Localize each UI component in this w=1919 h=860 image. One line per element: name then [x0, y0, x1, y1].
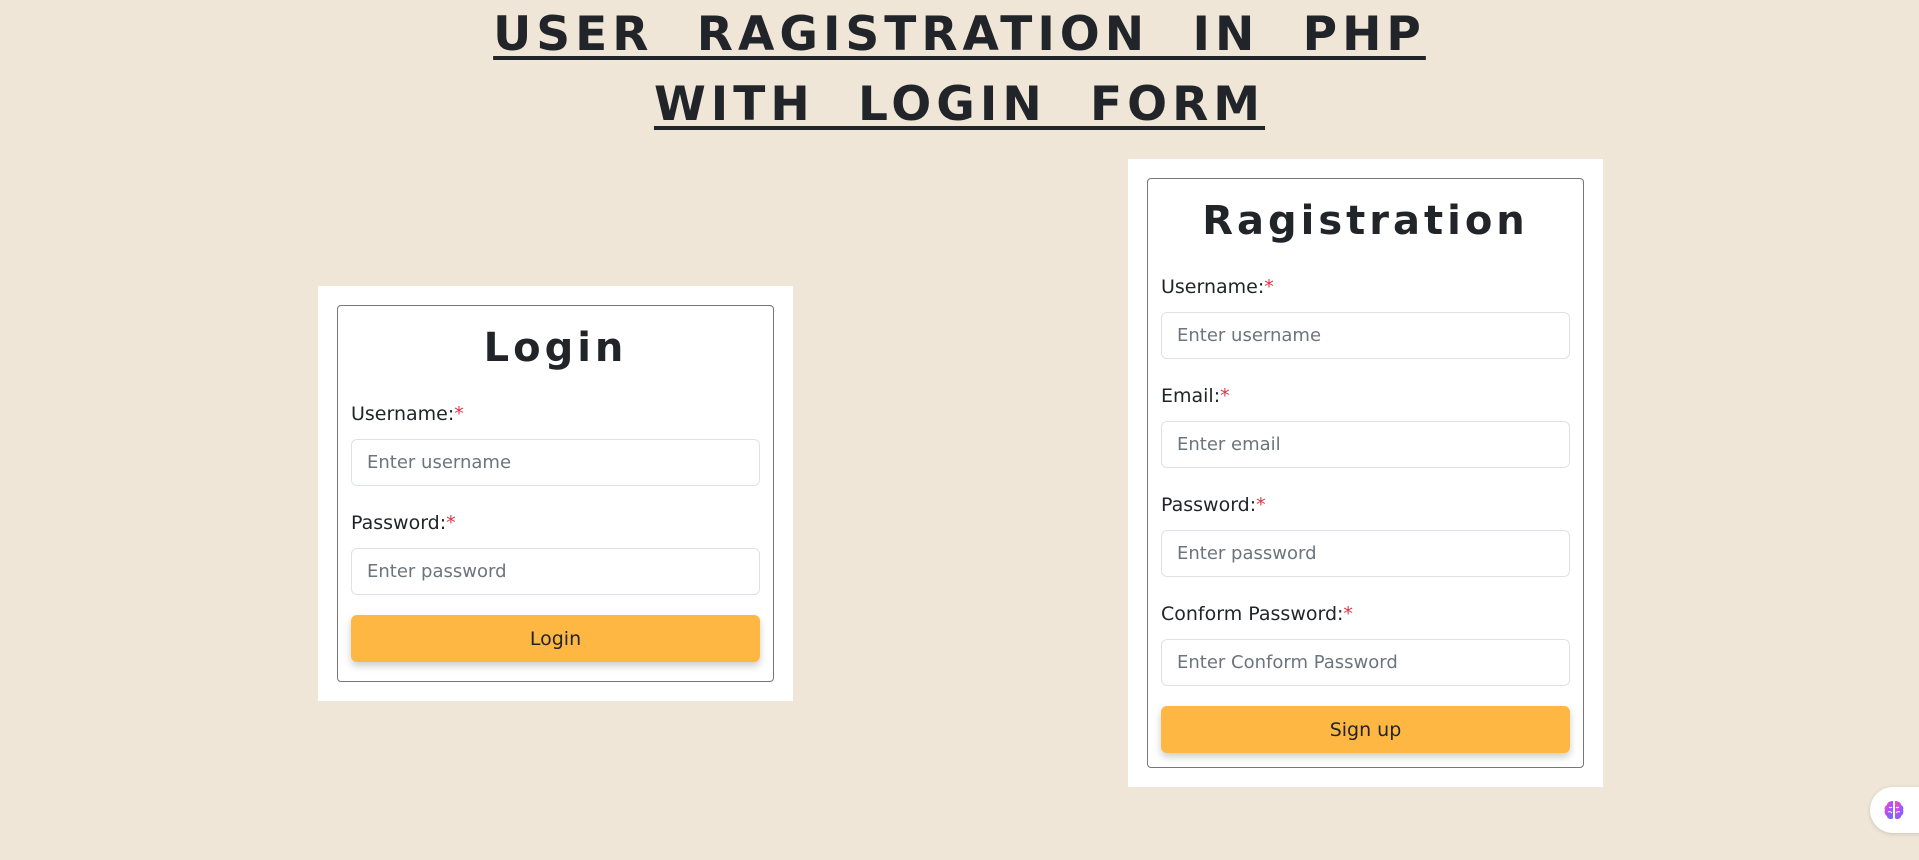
registration-password-input[interactable]	[1161, 530, 1570, 577]
registration-username-input[interactable]	[1161, 312, 1570, 359]
signup-button[interactable]: Sign up	[1161, 706, 1570, 753]
registration-email-label: Email:*	[1161, 384, 1570, 408]
login-form: Login Username:* Password:* Login	[337, 305, 774, 682]
required-marker: *	[454, 403, 464, 425]
registration-password-label: Password:*	[1161, 493, 1570, 517]
registration-form: Ragistration Username:* Email:* Password…	[1147, 178, 1584, 768]
registration-confirm-password-input[interactable]	[1161, 639, 1570, 686]
page-title: USER RAGISTRATION IN PHP WITH LOGIN FORM	[0, 0, 1919, 140]
registration-username-label-text: Username:	[1161, 276, 1265, 298]
registration-email-label-text: Email:	[1161, 385, 1221, 407]
floating-widget-button[interactable]	[1870, 787, 1919, 833]
required-marker: *	[1220, 385, 1230, 407]
page-title-line-1: USER RAGISTRATION IN PHP	[493, 7, 1426, 62]
registration-password-label-text: Password:	[1161, 494, 1257, 516]
required-marker: *	[1343, 603, 1353, 625]
registration-confirm-password-label-text: Conform Password:	[1161, 603, 1344, 625]
brain-icon	[1884, 801, 1904, 819]
login-username-label: Username:*	[351, 402, 760, 426]
registration-confirm-password-label: Conform Password:*	[1161, 602, 1570, 626]
login-username-input[interactable]	[351, 439, 760, 486]
registration-card: Ragistration Username:* Email:* Password…	[1128, 159, 1603, 787]
required-marker: *	[446, 512, 456, 534]
registration-email-input[interactable]	[1161, 421, 1570, 468]
login-heading: Login	[483, 325, 628, 371]
login-card: Login Username:* Password:* Login	[318, 286, 793, 701]
login-username-label-text: Username:	[351, 403, 455, 425]
page: USER RAGISTRATION IN PHP WITH LOGIN FORM…	[0, 0, 1919, 860]
login-password-label: Password:*	[351, 511, 760, 535]
registration-heading: Ragistration	[1202, 198, 1529, 244]
login-password-label-text: Password:	[351, 512, 447, 534]
registration-username-label: Username:*	[1161, 275, 1570, 299]
required-marker: *	[1264, 276, 1274, 298]
login-password-input[interactable]	[351, 548, 760, 595]
page-title-line-2: WITH LOGIN FORM	[653, 77, 1266, 132]
required-marker: *	[1256, 494, 1266, 516]
login-button[interactable]: Login	[351, 615, 760, 662]
